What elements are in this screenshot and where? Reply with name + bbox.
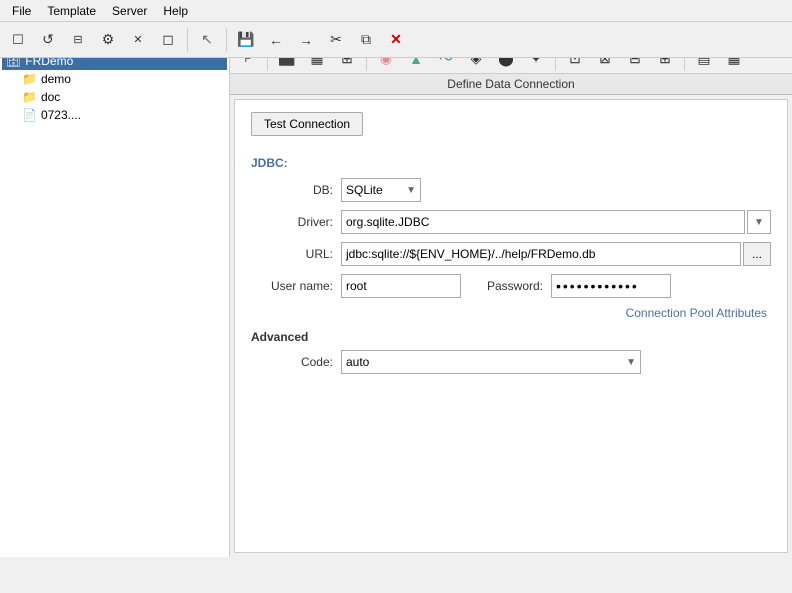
preview-btn2[interactable]: ◻ — [154, 26, 182, 54]
driver-input-group: org.sqlite.JDBC ▼ — [341, 210, 771, 234]
menu-template[interactable]: Template — [39, 2, 104, 20]
menu-file[interactable]: File — [4, 2, 39, 20]
file-icon: 📄 — [22, 108, 37, 122]
db-select[interactable]: SQLite ▼ — [341, 178, 421, 202]
close-red-btn2[interactable]: ✕ — [382, 26, 410, 54]
save-btn2[interactable]: 💾 — [232, 26, 260, 54]
code-select-arrow: ▼ — [626, 357, 636, 368]
password-label: Password: — [481, 279, 551, 293]
username-group: User name: root — [251, 274, 461, 298]
menu-help[interactable]: Help — [155, 2, 196, 20]
url-control: jdbc:sqlite://${ENV_HOME}/../help/FRDemo… — [341, 242, 771, 266]
credentials-row: User name: root Password: •••••••••••• — [251, 274, 771, 298]
test-connection-btn[interactable]: Test Connection — [251, 112, 363, 136]
driver-input[interactable]: org.sqlite.JDBC — [341, 210, 745, 234]
folder-icon: 📁 — [22, 72, 37, 86]
db-row: DB: SQLite ▼ — [251, 178, 771, 202]
redo-btn2[interactable]: → — [292, 26, 320, 54]
refresh-btn[interactable]: ↺ — [34, 26, 62, 54]
code-label: Code: — [251, 355, 341, 369]
advanced-section: Advanced Code: auto ▼ — [251, 330, 771, 374]
dialog-content: Test Connection JDBC: DB: SQLite ▼ Drive… — [234, 99, 788, 553]
connection-pool-link[interactable]: Connection Pool Attributes — [626, 306, 767, 320]
db-control: SQLite ▼ — [341, 178, 771, 202]
settings-btn2[interactable]: ⚙ — [94, 26, 122, 54]
password-input[interactable]: •••••••••••• — [551, 274, 671, 298]
code-control: auto ▼ — [341, 350, 771, 374]
main-toolbar: ☐ ↺ ⊟ ⚙ ✕ ◻ ↖ 💾 ← → ✂ ⧉ ✕ — [0, 22, 792, 58]
url-label: URL: — [251, 247, 341, 261]
db-label: DB: — [251, 183, 341, 197]
main-sep1 — [187, 28, 188, 52]
url-browse-btn[interactable]: ... — [743, 242, 771, 266]
code-select[interactable]: auto ▼ — [341, 350, 641, 374]
url-input-group: jdbc:sqlite://${ENV_HOME}/../help/FRDemo… — [341, 242, 771, 266]
tree-item-0723[interactable]: 📄 0723.... — [2, 106, 227, 124]
dialog-title: Define Data Connection — [230, 74, 792, 95]
menu-bar: File Template Server Help — [0, 0, 792, 22]
pool-link-row: Connection Pool Attributes — [251, 306, 767, 320]
tree-item-demo[interactable]: 📁 demo — [2, 70, 227, 88]
new-file-btn[interactable]: ☐ — [4, 26, 32, 54]
driver-control: org.sqlite.JDBC ▼ — [341, 210, 771, 234]
password-value: •••••••••••• — [556, 278, 639, 294]
main-layout: + ✕ ⧉ ↑ ↓ ⇓ 🗄 FRDemo 📁 demo 📁 doc 📄 07 — [0, 22, 792, 557]
menu-server[interactable]: Server — [104, 2, 155, 20]
right-content: 📊 📋 finereport.frm * ✕ P ⬛ ▦ ⊞ ◉ ▲ 〜 — [230, 22, 792, 557]
driver-label: Driver: — [251, 215, 341, 229]
url-row: URL: jdbc:sqlite://${ENV_HOME}/../help/F… — [251, 242, 771, 266]
password-group: Password: •••••••••••• — [481, 274, 671, 298]
url-input[interactable]: jdbc:sqlite://${ENV_HOME}/../help/FRDemo… — [341, 242, 741, 266]
cursor-indicator: ↖ — [193, 26, 221, 54]
undo-btn2[interactable]: ← — [262, 26, 290, 54]
username-label: User name: — [251, 279, 341, 293]
left-panel: + ✕ ⧉ ↑ ↓ ⇓ 🗄 FRDemo 📁 demo 📁 doc 📄 07 — [0, 22, 230, 557]
copy-btn2[interactable]: ⧉ — [352, 26, 380, 54]
username-input[interactable]: root — [341, 274, 461, 298]
template-btn2[interactable]: ⊟ — [64, 26, 92, 54]
main-sep2 — [226, 28, 227, 52]
cut-btn2[interactable]: ✂ — [322, 26, 350, 54]
folder-icon: 📁 — [22, 90, 37, 104]
tree-item-doc[interactable]: 📁 doc — [2, 88, 227, 106]
db-select-arrow: ▼ — [406, 185, 416, 196]
driver-arrow-icon: ▼ — [754, 217, 764, 228]
code-row: Code: auto ▼ — [251, 350, 771, 374]
delete-btn2[interactable]: ✕ — [124, 26, 152, 54]
advanced-label: Advanced — [251, 330, 771, 344]
jdbc-label: JDBC: — [251, 156, 771, 170]
connection-tree: 🗄 FRDemo 📁 demo 📁 doc 📄 0723.... — [0, 50, 229, 557]
driver-dropdown-btn[interactable]: ▼ — [747, 210, 771, 234]
driver-row: Driver: org.sqlite.JDBC ▼ — [251, 210, 771, 234]
